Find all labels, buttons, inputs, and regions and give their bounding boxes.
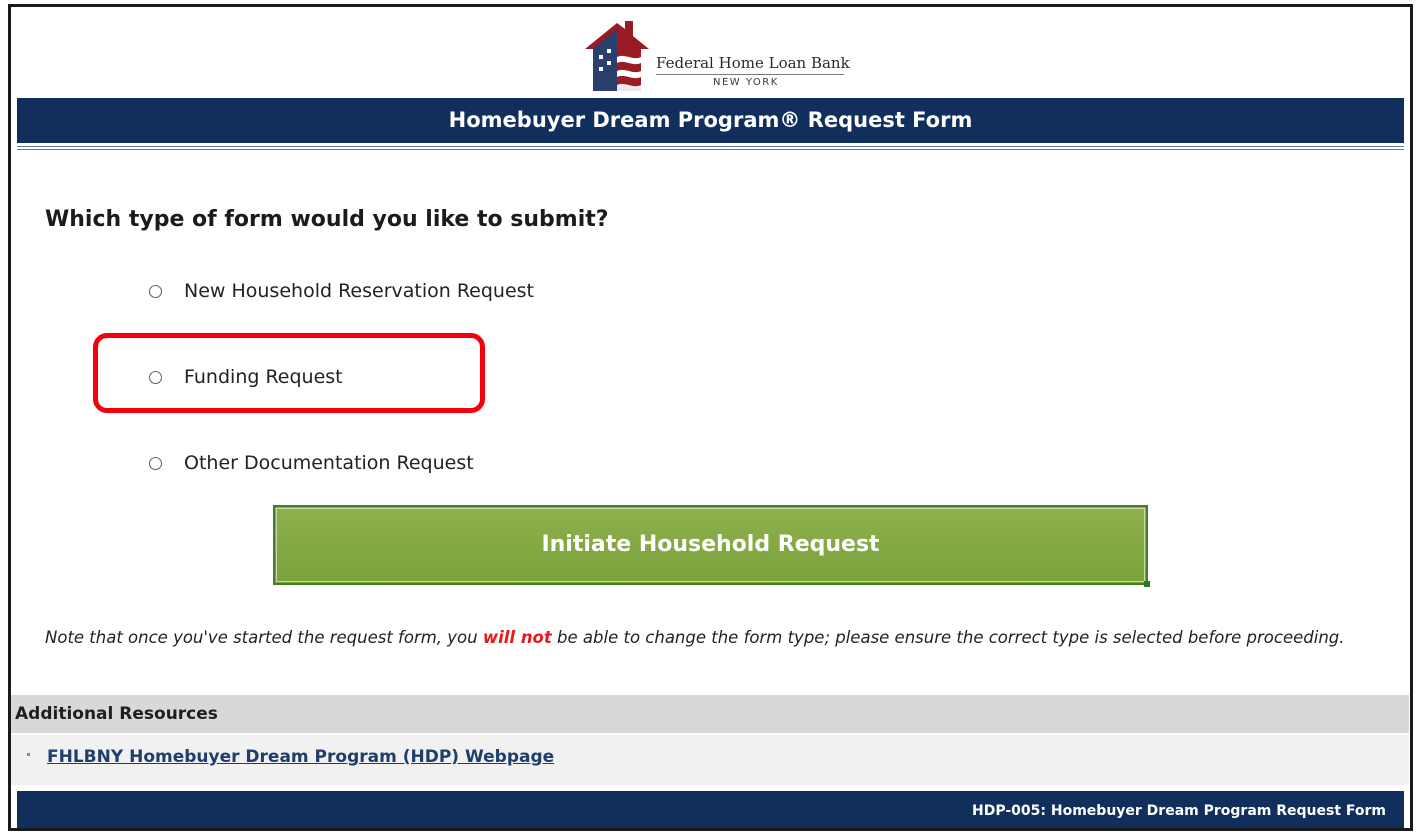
option-new-household-reservation[interactable]: New Household Reservation Request: [149, 276, 534, 306]
hdp-webpage-link[interactable]: FHLBNY Homebuyer Dream Program (HDP) Web…: [47, 747, 554, 767]
highlight-box: [93, 333, 485, 413]
resources-header: Additional Resources: [11, 695, 1409, 733]
form-window: Federal Home Loan Bank NEW YORK Homebuye…: [8, 4, 1413, 831]
note-after: be able to change the form type; please …: [551, 628, 1345, 647]
option-label: Other Documentation Request: [184, 452, 474, 474]
option-label: New Household Reservation Request: [184, 280, 535, 302]
footer-banner: HDP-005: Homebuyer Dream Program Request…: [17, 791, 1404, 828]
note-text: Note that once you've started the reques…: [45, 623, 1385, 653]
initiate-household-request-button[interactable]: Initiate Household Request: [273, 505, 1148, 585]
logo-subtitle: NEW YORK: [713, 77, 779, 88]
note-before: Note that once you've started the reques…: [45, 628, 483, 647]
logo-name: Federal Home Loan Bank: [656, 54, 850, 72]
logo-area: Federal Home Loan Bank NEW YORK: [11, 7, 1410, 99]
page-title: Homebuyer Dream Program® Request Form: [17, 98, 1404, 143]
bullet-icon: [27, 753, 30, 756]
house-flag-icon: [585, 21, 649, 91]
form-question: Which type of form would you like to sub…: [45, 207, 609, 232]
radio-button[interactable]: [149, 284, 162, 298]
logo-divider: [656, 74, 844, 75]
title-divider: [17, 146, 1404, 150]
option-other-documentation[interactable]: Other Documentation Request: [149, 448, 474, 478]
resize-handle[interactable]: [1144, 581, 1150, 587]
resources-list: FHLBNY Homebuyer Dream Program (HDP) Web…: [11, 735, 1409, 785]
note-warning: will not: [482, 628, 552, 647]
radio-button[interactable]: [149, 456, 162, 470]
